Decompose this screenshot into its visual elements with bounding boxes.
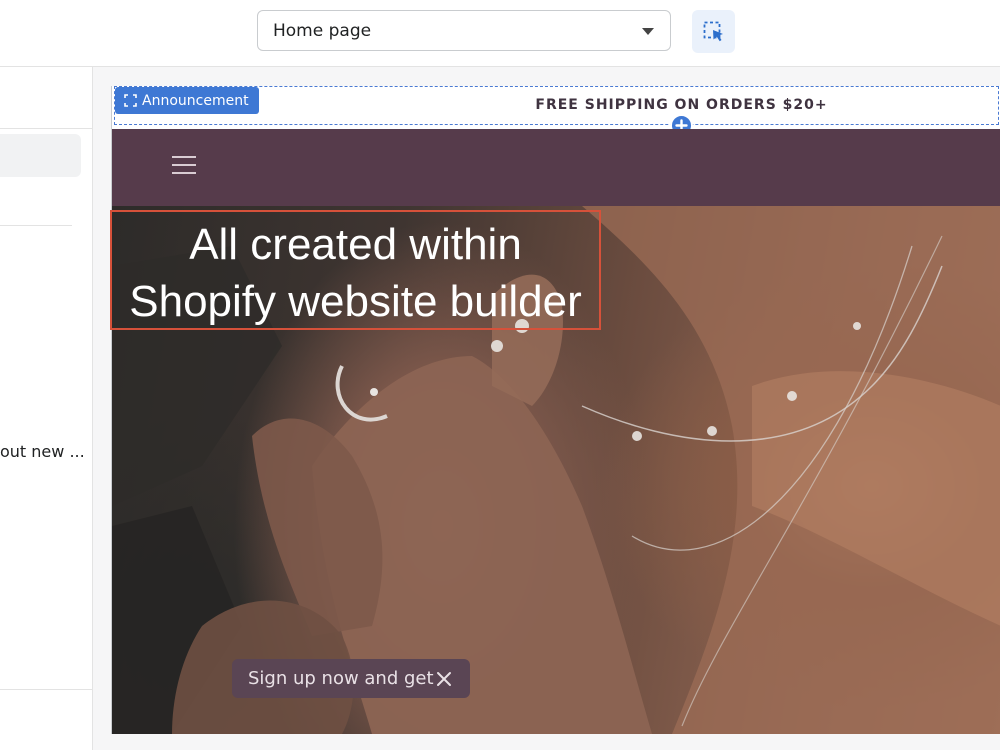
inspector-button[interactable] [692,10,735,53]
select-inspect-icon [703,21,723,41]
page-selector-value: Home page [273,20,372,41]
top-toolbar: Home page [0,0,1000,67]
hero-headline-line2: Shopify website builder [129,277,582,326]
divider [0,225,72,226]
close-icon[interactable] [436,671,452,687]
store-header [112,129,1000,206]
divider [0,689,92,690]
hero-headline[interactable]: All created within Shopify website build… [110,216,601,330]
section-tag-announcement[interactable]: Announcement [115,87,259,114]
hero-headline-line1: All created within [189,220,522,269]
sidebar-item-truncated[interactable]: out new ... [0,442,90,461]
chevron-down-icon [642,28,654,35]
divider [0,128,92,129]
signup-popup-text: Sign up now and get [248,668,434,689]
page-selector-dropdown[interactable]: Home page [257,10,671,51]
store-preview: FREE SHIPPING ON ORDERS $20+ Announcemen… [111,86,1000,734]
left-sidebar: out new ... [0,67,93,750]
signup-popup[interactable]: Sign up now and get [232,659,470,698]
hamburger-menu-icon[interactable] [172,154,196,176]
section-frame-icon [124,94,137,107]
sidebar-item-selected[interactable] [0,134,81,177]
section-tag-label: Announcement [142,92,249,109]
